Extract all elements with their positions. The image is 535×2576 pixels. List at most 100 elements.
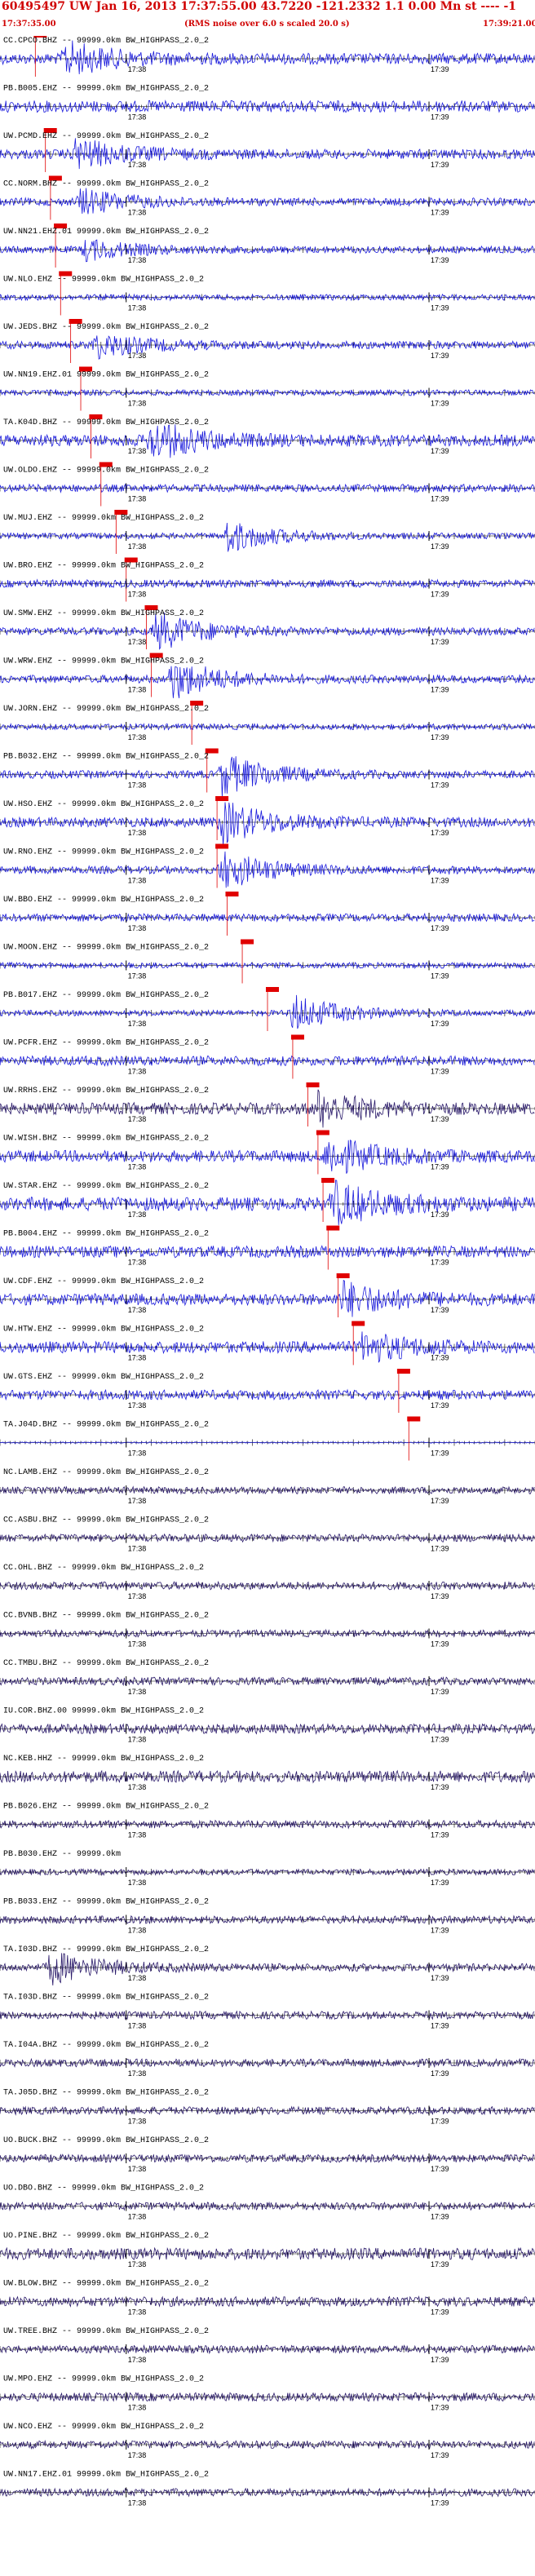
trace-group: UO.DBO.BHZ -- 99999.0km BW_HIGHPASS_2.0_…	[0, 2184, 535, 2221]
time-tick-label: 17:39	[431, 495, 449, 503]
time-tick-label: 17:39	[431, 1163, 449, 1171]
trace-label: PB.B030.EHZ -- 99999.0km	[3, 1849, 121, 1859]
plot-header: 60495497 UW Jan 16, 2013 17:37:55.00 43.…	[0, 0, 535, 36]
trace-group: UW.MPO.EHZ -- 99999.0km BW_HIGHPASS_2.0_…	[0, 2375, 535, 2412]
trace-label: UW.HTW.EHZ -- 99999.0km BW_HIGHPASS_2.0_…	[3, 1325, 204, 1334]
trace-label: UW.BLOW.BHZ -- 99999.0km BW_HIGHPASS_2.0…	[3, 2279, 209, 2289]
time-tick-label: 17:39	[431, 113, 449, 122]
time-tick-label: 17:39	[431, 542, 449, 551]
time-tick-label: 17:38	[128, 542, 147, 551]
trace-label: UW.PCMD.EHZ -- 99999.0km BW_HIGHPASS_2.0…	[3, 131, 209, 141]
time-tick-label: 17:38	[128, 1115, 147, 1123]
trace-group: NC.KEB.HHZ -- 99999.0km BW_HIGHPASS_2.0_…	[0, 1754, 535, 1791]
time-tick-label: 17:39	[431, 161, 449, 169]
time-tick-label: 17:38	[128, 400, 147, 408]
time-tick-label: 17:38	[128, 1020, 147, 1028]
trace-label: CC.NORM.BHZ -- 99999.0km BW_HIGHPASS_2.0…	[3, 179, 209, 189]
trace-group: PB.B017.EHZ -- 99999.0km BW_HIGHPASS_2.0…	[0, 987, 535, 1031]
trace-group: PB.B005.EHZ -- 99999.0km BW_HIGHPASS_2.0…	[0, 84, 535, 122]
time-tick-label: 17:38	[128, 447, 147, 455]
trace-group: UW.MOON.EHZ -- 99999.0km BW_HIGHPASS_2.0…	[0, 939, 535, 984]
time-tick-label: 17:38	[128, 638, 147, 646]
trace-group: UO.BUCK.BHZ -- 99999.0km BW_HIGHPASS_2.0…	[0, 2136, 535, 2173]
trace-group: TA.K04D.BHZ -- 99999.0km BW_HIGHPASS_2.0…	[0, 414, 535, 458]
trace-group: TA.I03D.BHZ -- 99999.0km BW_HIGHPASS_2.0…	[0, 1993, 535, 2030]
time-tick-label: 17:39	[431, 638, 449, 646]
trace-group: UW.MUJ.EHZ -- 99999.0km BW_HIGHPASS_2.0_…	[0, 510, 535, 554]
trace-label: UW.NCO.EHZ -- 99999.0km BW_HIGHPASS_2.0_…	[3, 2422, 204, 2432]
waveform	[0, 239, 535, 263]
trace-group: UW.NN17.EHZ.01 99999.0km BW_HIGHPASS_2.0…	[0, 2470, 535, 2507]
rms-note: (RMS noise over 6.0 s scaled 20.0 s)	[184, 20, 350, 29]
event-title: 60495497 UW Jan 16, 2013 17:37:55.00 43.…	[2, 0, 517, 13]
time-tick-label: 17:39	[431, 2499, 449, 2507]
trace-label: UW.BBO.EHZ -- 99999.0km BW_HIGHPASS_2.0_…	[3, 895, 204, 905]
trace-label: UW.JORN.EHZ -- 99999.0km BW_HIGHPASS_2.0…	[3, 704, 209, 714]
trace-label: PB.B026.EHZ -- 99999.0km BW_HIGHPASS_2.0…	[3, 1802, 209, 1812]
trace-group: UW.RNO.EHZ -- 99999.0km BW_HIGHPASS_2.0_…	[0, 843, 535, 888]
trace-group: CC.OHL.BHZ -- 99999.0km BW_HIGHPASS_2.0_…	[0, 1563, 535, 1600]
time-tick-label: 17:39	[431, 2165, 449, 2173]
time-tick-label: 17:38	[128, 2404, 147, 2412]
trace-group: NC.LAMB.EHZ -- 99999.0km BW_HIGHPASS_2.0…	[0, 1467, 535, 1505]
trace-label: TA.I03D.BHZ -- 99999.0km BW_HIGHPASS_2.0…	[3, 1945, 209, 1954]
trace-label: UW.HSO.EHZ -- 99999.0km BW_HIGHPASS_2.0_…	[3, 799, 204, 809]
start-time: 17:37:35.00	[2, 20, 56, 29]
time-tick-label: 17:39	[431, 2118, 449, 2126]
trace-group: UW.TREE.BHZ -- 99999.0km BW_HIGHPASS_2.0…	[0, 2326, 535, 2364]
time-tick-label: 17:39	[431, 65, 449, 73]
time-tick-label: 17:39	[431, 2213, 449, 2221]
time-tick-label: 17:38	[128, 113, 147, 122]
trace-label: PB.B004.EHZ -- 99999.0km BW_HIGHPASS_2.0…	[3, 1229, 209, 1239]
trace-label: UW.RNO.EHZ -- 99999.0km BW_HIGHPASS_2.0_…	[3, 848, 204, 857]
trace-group: UW.PCFR.EHZ -- 99999.0km BW_HIGHPASS_2.0…	[0, 1034, 535, 1079]
time-tick-label: 17:39	[431, 591, 449, 599]
time-tick-label: 17:38	[128, 1640, 147, 1649]
time-tick-label: 17:38	[128, 1497, 147, 1505]
time-tick-label: 17:38	[128, 2499, 147, 2507]
end-time: 17:39:21.00	[483, 20, 535, 29]
time-tick-label: 17:39	[431, 2308, 449, 2317]
time-tick-label: 17:39	[431, 1497, 449, 1505]
trace-label: UW.MOON.EHZ -- 99999.0km BW_HIGHPASS_2.0…	[3, 943, 209, 953]
trace-group: CC.CPCO.BHZ -- 99999.0km BW_HIGHPASS_2.0…	[0, 36, 535, 77]
time-tick-label: 17:38	[128, 209, 147, 217]
trace-label: TA.I03D.BHZ -- 99999.0km BW_HIGHPASS_2.0…	[3, 1993, 209, 2003]
time-tick-label: 17:39	[431, 1354, 449, 1362]
trace-label: UW.NLO.EHZ -- 99999.0km BW_HIGHPASS_2.0_…	[3, 275, 204, 285]
trace-group: CC.NORM.BHZ -- 99999.0km BW_HIGHPASS_2.0…	[0, 175, 535, 220]
time-tick-label: 17:38	[128, 1974, 147, 1982]
time-tick-label: 17:38	[128, 352, 147, 360]
trace-label: UO.PINE.BHZ -- 99999.0km BW_HIGHPASS_2.0…	[3, 2231, 209, 2241]
time-tick-label: 17:39	[431, 1306, 449, 1314]
time-tick-label: 17:38	[128, 495, 147, 503]
trace-group: UW.OLDO.EHZ -- 99999.0km BW_HIGHPASS_2.0…	[0, 462, 535, 507]
time-tick-label: 17:39	[431, 1736, 449, 1744]
time-tick-label: 17:39	[431, 2356, 449, 2364]
trace-group: CC.BVNB.BHZ -- 99999.0km BW_HIGHPASS_2.0…	[0, 1611, 535, 1649]
trace-label: UW.MPO.EHZ -- 99999.0km BW_HIGHPASS_2.0_…	[3, 2375, 204, 2384]
time-tick-label: 17:38	[128, 1592, 147, 1600]
time-tick-label: 17:39	[431, 1879, 449, 1887]
time-tick-label: 17:39	[431, 2451, 449, 2459]
time-tick-label: 17:38	[128, 2451, 147, 2459]
trace-label: NC.LAMB.EHZ -- 99999.0km BW_HIGHPASS_2.0…	[3, 1467, 209, 1477]
trace-group: UW.NCO.EHZ -- 99999.0km BW_HIGHPASS_2.0_…	[0, 2422, 535, 2459]
time-tick-label: 17:39	[431, 1211, 449, 1219]
trace-label: UW.MUJ.EHZ -- 99999.0km BW_HIGHPASS_2.0_…	[3, 513, 204, 523]
trace-group: UW.NLO.EHZ -- 99999.0km BW_HIGHPASS_2.0_…	[0, 271, 535, 316]
trace-group: TA.I04A.BHZ -- 99999.0km BW_HIGHPASS_2.0…	[0, 2040, 535, 2078]
time-tick-label: 17:39	[431, 1115, 449, 1123]
time-tick-label: 17:39	[431, 1401, 449, 1410]
trace-label: CC.CPCO.BHZ -- 99999.0km BW_HIGHPASS_2.0…	[3, 36, 209, 46]
time-tick-label: 17:39	[431, 1068, 449, 1076]
trace-label: PB.B032.EHZ -- 99999.0km BW_HIGHPASS_2.0…	[3, 752, 209, 762]
trace-label: UW.OLDO.EHZ -- 99999.0km BW_HIGHPASS_2.0…	[3, 466, 209, 476]
trace-label: UW.SMW.EHZ -- 99999.0km BW_HIGHPASS_2.0_…	[3, 609, 204, 618]
time-tick-label: 17:39	[431, 1831, 449, 1839]
time-tick-label: 17:39	[431, 2260, 449, 2268]
trace-label: PB.B033.EHZ -- 99999.0km BW_HIGHPASS_2.0…	[3, 1897, 209, 1907]
time-tick-label: 17:38	[128, 1068, 147, 1076]
trace-label: UW.STAR.EHZ -- 99999.0km BW_HIGHPASS_2.0…	[3, 1181, 209, 1191]
seismogram-plot: CC.CPCO.BHZ -- 99999.0km BW_HIGHPASS_2.0…	[0, 36, 535, 2507]
